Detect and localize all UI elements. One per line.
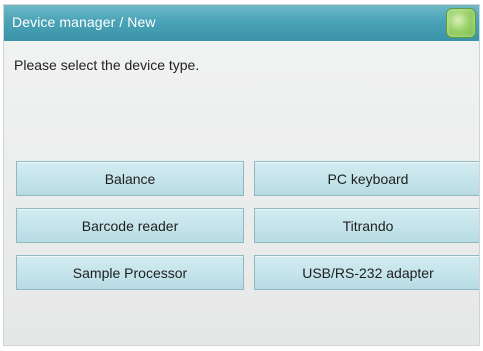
barcode-reader-button[interactable]: Barcode reader [16, 208, 244, 243]
title-bar: Device manager / New [4, 5, 479, 41]
sample-processor-button[interactable]: Sample Processor [16, 255, 244, 290]
balance-button[interactable]: Balance [16, 161, 244, 196]
help-icon[interactable] [446, 8, 476, 38]
pc-keyboard-button[interactable]: PC keyboard [254, 161, 479, 196]
usb-rs232-adapter-button[interactable]: USB/RS-232 adapter [254, 255, 479, 290]
instruction-text: Please select the device type. [14, 57, 200, 73]
window-title: Device manager / New [12, 14, 156, 30]
device-manager-screen: Device manager / New Please select the d… [3, 4, 480, 346]
titrando-button[interactable]: Titrando [254, 208, 479, 243]
